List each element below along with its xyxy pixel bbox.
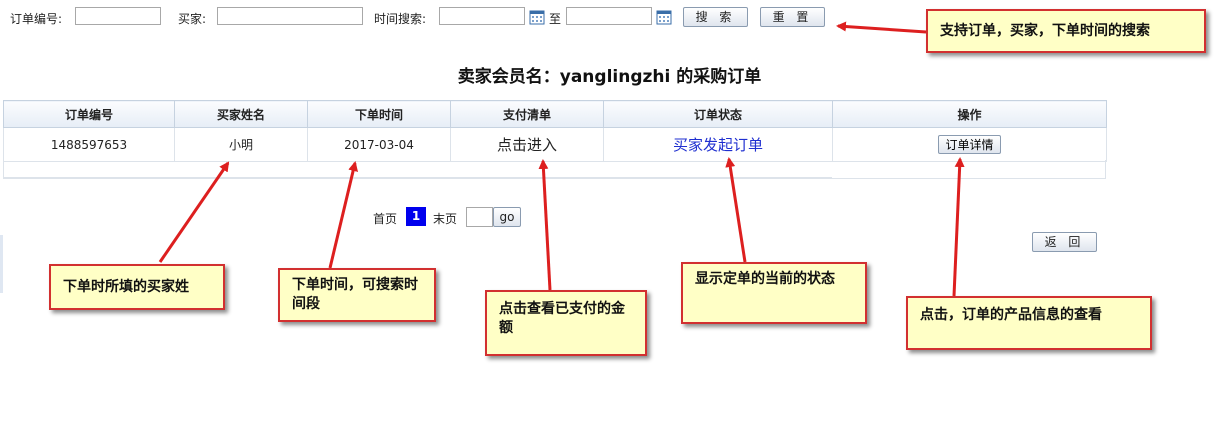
pager-current-page[interactable]: 1 xyxy=(406,207,426,226)
to-label: 至 xyxy=(549,12,562,26)
arrow-search xyxy=(836,21,927,34)
note-buyer-name: 下单时所填的买家姓 xyxy=(49,264,225,310)
time-from-input[interactable] xyxy=(439,7,525,25)
order-time-cell: 2017-03-04 xyxy=(307,127,451,162)
left-edge-strip xyxy=(0,235,3,293)
search-button[interactable]: 搜 索 xyxy=(683,7,748,27)
order-no-input[interactable] xyxy=(75,7,161,25)
arrow-payment xyxy=(538,159,552,291)
arrow-detail xyxy=(952,157,965,297)
col-header-status: 订单状态 xyxy=(603,100,833,128)
pager-goto-input[interactable] xyxy=(466,207,493,227)
table-row: 1488597653 小明 2017-03-04 点击进入 买家发起订单 订单详… xyxy=(3,127,1107,162)
col-header-payment: 支付清单 xyxy=(450,100,604,128)
note-order-detail: 点击，订单的产品信息的查看 xyxy=(906,296,1152,350)
payment-link[interactable]: 点击进入 xyxy=(497,136,557,154)
order-status-cell: 买家发起订单 xyxy=(603,127,833,162)
pager-first-link[interactable]: 首页 xyxy=(373,210,397,227)
col-header-order-time: 下单时间 xyxy=(307,100,451,128)
back-button[interactable]: 返 回 xyxy=(1032,232,1097,252)
order-detail-button[interactable]: 订单详情 xyxy=(938,135,1001,154)
note-order-time: 下单时间，可搜索时间段 xyxy=(278,268,436,322)
pager-last-link[interactable]: 末页 xyxy=(433,210,457,227)
time-search-label: 时间搜索: xyxy=(374,12,427,26)
calendar-icon[interactable] xyxy=(656,9,672,25)
col-header-actions: 操作 xyxy=(832,100,1107,128)
calendar-icon[interactable] xyxy=(529,9,545,25)
col-header-buyer-name: 买家姓名 xyxy=(174,100,308,128)
reset-button[interactable]: 重 置 xyxy=(760,7,825,27)
actions-cell: 订单详情 xyxy=(832,127,1107,162)
time-to-input[interactable] xyxy=(566,7,652,25)
buyer-name-cell: 小明 xyxy=(174,127,308,162)
table-header-row: 订单编号 买家姓名 下单时间 支付清单 订单状态 操作 xyxy=(3,100,1107,128)
buyer-label: 买家: xyxy=(178,12,207,26)
orders-table: 订单编号 买家姓名 下单时间 支付清单 订单状态 操作 1488597653 小… xyxy=(3,100,1107,162)
col-header-order-no: 订单编号 xyxy=(3,100,175,128)
note-search: 支持订单，买家，下单时间的搜索 xyxy=(926,9,1206,53)
page-title: 卖家会员名：yanglingzhi 的采购订单 xyxy=(457,67,762,87)
payment-link-cell: 点击进入 xyxy=(450,127,604,162)
buyer-input[interactable] xyxy=(217,7,363,25)
pager-go-button[interactable]: go xyxy=(493,207,521,227)
note-status: 显示定单的当前的状态 xyxy=(681,262,867,324)
table-scroll-line xyxy=(4,177,832,179)
note-payment: 点击查看已支付的金额 xyxy=(485,290,647,356)
order-no-cell: 1488597653 xyxy=(3,127,175,162)
order-no-label: 订单编号: xyxy=(10,12,63,26)
